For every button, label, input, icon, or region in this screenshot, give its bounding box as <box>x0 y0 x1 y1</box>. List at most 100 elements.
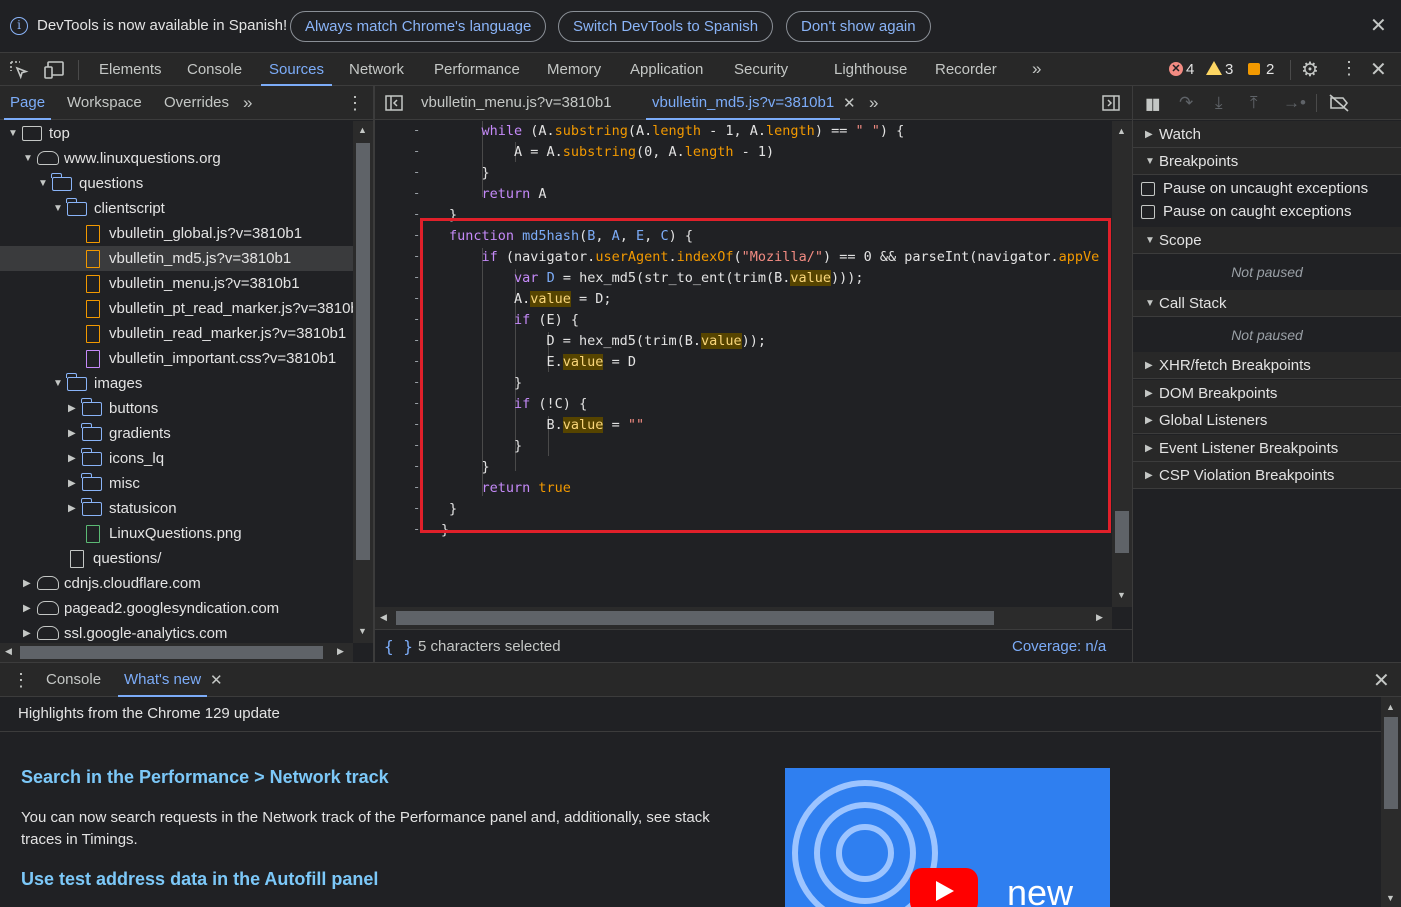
pause-caught-checkbox[interactable] <box>1141 205 1155 219</box>
tab-recorder[interactable]: Recorder <box>935 53 997 86</box>
expand-triangle-icon[interactable]: ▶ <box>68 446 76 471</box>
tree-folder-row[interactable]: ▼ images <box>0 371 353 396</box>
drawer-tab-console[interactable]: Console <box>46 663 101 697</box>
dont-show-again-button[interactable]: Don't show again <box>786 11 931 42</box>
section-breakpoints[interactable]: ▼ Breakpoints <box>1133 148 1401 175</box>
scroll-up-arrow-icon[interactable]: ▲ <box>1117 126 1126 136</box>
collapse-triangle-icon[interactable]: ▼ <box>53 196 63 221</box>
device-toolbar-icon[interactable] <box>44 60 66 80</box>
feature-heading-autofill[interactable]: Use test address data in the Autofill pa… <box>21 869 378 890</box>
scroll-left-arrow-icon[interactable]: ◀ <box>380 612 387 623</box>
collapse-triangle-icon[interactable]: ▼ <box>53 371 63 396</box>
section-global-listeners[interactable]: ▶ Global Listeners <box>1133 407 1401 434</box>
section-xhr-breakpoints[interactable]: ▶ XHR/fetch Breakpoints <box>1133 352 1401 379</box>
expand-triangle-icon[interactable]: ▶ <box>23 596 31 621</box>
tab-elements[interactable]: Elements <box>99 53 162 86</box>
collapse-triangle-icon[interactable]: ▼ <box>23 146 33 171</box>
scroll-left-arrow-icon[interactable]: ◀ <box>5 646 12 657</box>
tree-hscroll-thumb[interactable] <box>20 646 323 659</box>
editor-horizontal-scrollbar[interactable]: ◀ ▶ <box>375 607 1112 629</box>
tab-memory[interactable]: Memory <box>547 53 601 86</box>
scroll-down-arrow-icon[interactable]: ▼ <box>1117 590 1126 600</box>
editor-tab-menu-js[interactable]: vbulletin_menu.js?v=3810b1 <box>421 86 612 120</box>
tree-file-row[interactable]: LinuxQuestions.png <box>0 521 353 546</box>
scroll-up-arrow-icon[interactable]: ▲ <box>1386 702 1395 712</box>
tree-folder-row[interactable]: ▼ top <box>0 121 353 146</box>
tree-folder-row[interactable]: ▶ buttons <box>0 396 353 421</box>
navigator-menu-icon[interactable]: ⋮ <box>346 93 364 114</box>
close-infobar-icon[interactable]: ✕ <box>1370 16 1387 36</box>
tree-folder-row[interactable]: ▶ icons_lq <box>0 446 353 471</box>
tab-workspace[interactable]: Workspace <box>67 86 142 120</box>
collapse-triangle-icon[interactable]: ▼ <box>38 171 48 196</box>
tree-folder-row[interactable]: ▼ questions <box>0 171 353 196</box>
tab-sources[interactable]: Sources <box>260 53 333 86</box>
scroll-right-arrow-icon[interactable]: ▶ <box>337 646 344 657</box>
drawer-scrollbar[interactable]: ▲ ▼ <box>1381 697 1401 907</box>
expand-triangle-icon[interactable]: ▶ <box>23 571 31 596</box>
tree-vertical-scrollbar[interactable]: ▲ ▼ <box>353 121 373 643</box>
settings-gear-icon[interactable]: ⚙ <box>1301 57 1319 82</box>
error-count[interactable]: 4 <box>1186 61 1194 78</box>
scroll-right-arrow-icon[interactable]: ▶ <box>1096 612 1103 623</box>
editor-scroll-thumb[interactable] <box>1115 511 1129 553</box>
section-call-stack[interactable]: ▼ Call Stack <box>1133 290 1401 317</box>
tree-file-row[interactable]: vbulletin_menu.js?v=3810b1 <box>0 271 353 296</box>
more-tabs-chevron-icon[interactable]: » <box>1032 59 1041 79</box>
whats-new-video-thumbnail[interactable]: new <box>785 768 1110 907</box>
tab-performance[interactable]: Performance <box>434 53 520 86</box>
tree-file-row[interactable]: vbulletin_md5.js?v=3810b1 <box>0 246 353 271</box>
feature-heading-search[interactable]: Search in the Performance > Network trac… <box>21 767 389 788</box>
switch-to-spanish-button[interactable]: Switch DevTools to Spanish <box>558 11 774 42</box>
tree-file-row[interactable]: vbulletin_global.js?v=3810b1 <box>0 221 353 246</box>
step-out-icon[interactable]: ⤒ <box>1250 93 1258 113</box>
close-devtools-icon[interactable]: ✕ <box>1370 60 1387 80</box>
drawer-tab-whats-new[interactable]: What's new <box>117 663 208 697</box>
close-tab-icon[interactable]: ✕ <box>843 94 856 112</box>
tree-folder-row[interactable]: ▶ pagead2.googlesyndication.com <box>0 596 353 621</box>
expand-triangle-icon[interactable]: ▶ <box>68 421 76 446</box>
tree-folder-row[interactable]: ▶ misc <box>0 471 353 496</box>
step-into-icon[interactable]: ⤓ <box>1215 93 1223 113</box>
tree-file-row[interactable]: questions/ <box>0 546 353 571</box>
tree-folder-row[interactable]: ▶ ssl.google-analytics.com <box>0 621 353 643</box>
tab-console[interactable]: Console <box>187 53 242 86</box>
tab-application[interactable]: Application <box>630 53 703 86</box>
scroll-down-arrow-icon[interactable]: ▼ <box>1386 893 1395 903</box>
section-dom-breakpoints[interactable]: ▶ DOM Breakpoints <box>1133 380 1401 407</box>
tab-lighthouse[interactable]: Lighthouse <box>834 53 907 86</box>
tree-folder-row[interactable]: ▶ cdnjs.cloudflare.com <box>0 571 353 596</box>
editor-hscroll-thumb[interactable] <box>396 611 994 625</box>
expand-triangle-icon[interactable]: ▶ <box>68 396 76 421</box>
pretty-print-braces-icon[interactable]: { } <box>384 637 413 656</box>
drawer-menu-icon[interactable]: ⋮ <box>12 670 30 691</box>
pause-icon[interactable]: ▮▮ <box>1145 94 1161 114</box>
drawer-scroll-thumb[interactable] <box>1384 717 1398 809</box>
customize-menu-icon[interactable]: ⋮ <box>1340 58 1358 79</box>
tree-folder-row[interactable]: ▼ www.linuxquestions.org <box>0 146 353 171</box>
tree-file-row[interactable]: vbulletin_read_marker.js?v=3810b1 <box>0 321 353 346</box>
more-editor-tabs-icon[interactable]: » <box>869 93 878 113</box>
tree-scroll-thumb[interactable] <box>356 143 370 560</box>
warning-count[interactable]: 3 <box>1225 61 1233 78</box>
section-watch[interactable]: ▶ Watch <box>1133 121 1401 148</box>
close-drawer-icon[interactable]: ✕ <box>1373 671 1390 691</box>
deactivate-breakpoints-icon[interactable] <box>1328 94 1350 112</box>
section-csp-breakpoints[interactable]: ▶ CSP Violation Breakpoints <box>1133 462 1401 489</box>
tab-overrides[interactable]: Overrides <box>164 86 229 120</box>
section-scope[interactable]: ▼ Scope <box>1133 227 1401 254</box>
tree-file-row[interactable]: vbulletin_important.css?v=3810b1 <box>0 346 353 371</box>
always-match-language-button[interactable]: Always match Chrome's language <box>290 11 547 42</box>
tree-folder-row[interactable]: ▶ gradients <box>0 421 353 446</box>
tree-horizontal-scrollbar[interactable]: ◀ ▶ <box>0 643 353 662</box>
toggle-debugger-icon[interactable] <box>1102 94 1120 112</box>
expand-triangle-icon[interactable]: ▶ <box>68 496 76 521</box>
tab-network[interactable]: Network <box>349 53 404 86</box>
expand-triangle-icon[interactable]: ▶ <box>68 471 76 496</box>
scroll-down-arrow-icon[interactable]: ▼ <box>358 626 367 636</box>
pause-uncaught-checkbox[interactable] <box>1141 182 1155 196</box>
expand-triangle-icon[interactable]: ▶ <box>23 621 31 643</box>
tab-page[interactable]: Page <box>3 86 52 120</box>
tab-security[interactable]: Security <box>734 53 788 86</box>
more-navigator-tabs-icon[interactable]: » <box>243 93 252 113</box>
